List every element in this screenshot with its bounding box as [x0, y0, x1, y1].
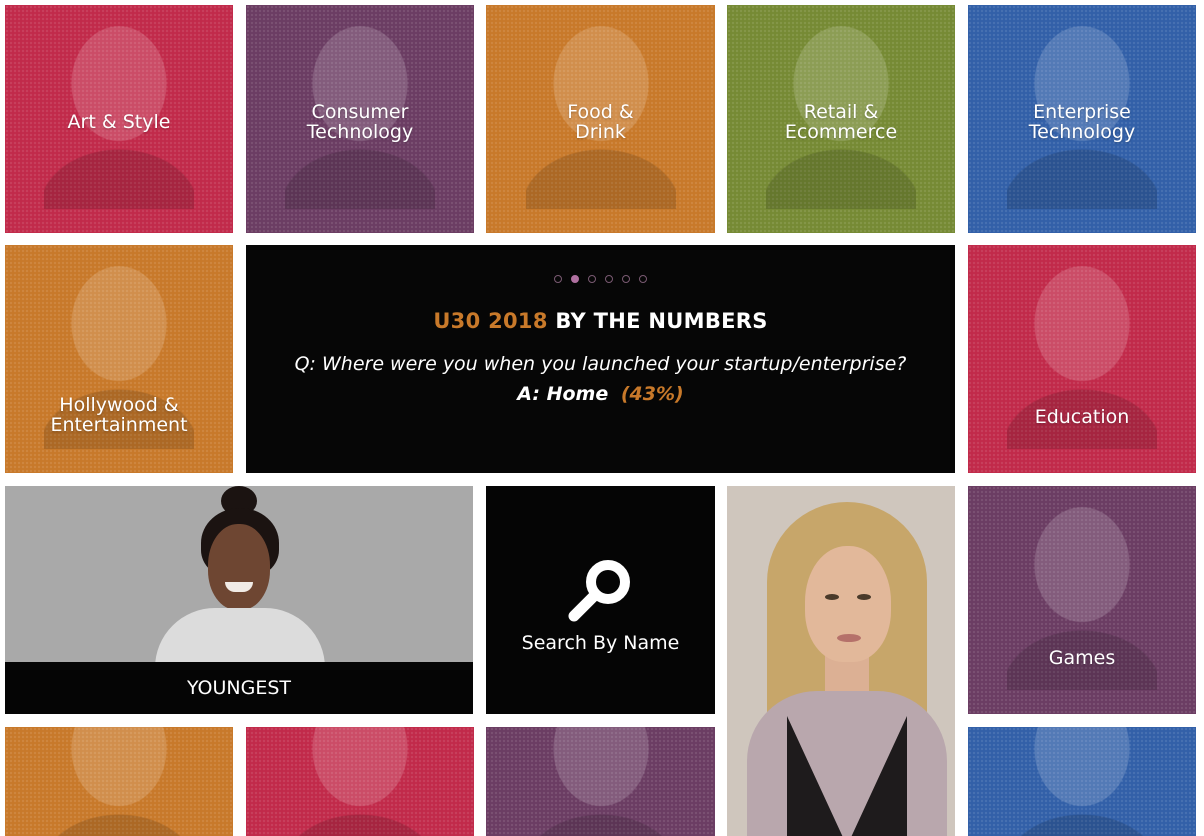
category-grid: Art & Style Consumer Technology Food & D…: [0, 0, 1204, 836]
search-by-name-tile[interactable]: Search By Name: [486, 486, 715, 714]
tile-partial[interactable]: [5, 727, 233, 836]
tile-partial[interactable]: [246, 727, 474, 836]
panel-answer-percent: (43%): [620, 383, 684, 405]
tile-label: Games: [1048, 647, 1116, 669]
carousel-dot[interactable]: [622, 275, 630, 283]
tile-art-style[interactable]: Art & Style: [5, 5, 233, 233]
carousel-dots: [554, 275, 647, 283]
youngest-label: YOUNGEST: [186, 677, 292, 699]
panel-title-rest: BY THE NUMBERS: [555, 309, 768, 333]
tile-label: Food & Drink: [567, 101, 634, 143]
by-the-numbers-panel: U30 2018 BY THE NUMBERS Q: Where were yo…: [246, 245, 955, 473]
tile-label: Education: [1034, 406, 1130, 428]
tile-label: Retail & Ecommerce: [784, 101, 898, 143]
panel-question: Q: Where were you when you launched your…: [294, 353, 907, 375]
tile-label: Hollywood & Entertainment: [50, 394, 188, 436]
panel-answer-text: A: Home: [517, 383, 609, 405]
tile-partial[interactable]: [486, 727, 715, 836]
tile-consumer-technology[interactable]: Consumer Technology: [246, 5, 474, 233]
panel-title-accent: U30 2018: [433, 309, 548, 333]
carousel-dot-active[interactable]: [571, 275, 579, 283]
search-label: Search By Name: [521, 632, 680, 654]
carousel-dot[interactable]: [605, 275, 613, 283]
carousel-dot[interactable]: [639, 275, 647, 283]
tile-label: Enterprise Technology: [1028, 101, 1136, 143]
search-icon: [568, 560, 630, 622]
tile-education[interactable]: Education: [968, 245, 1196, 473]
tile-retail-ecommerce[interactable]: Retail & Ecommerce: [727, 5, 955, 233]
tile-partial[interactable]: [968, 727, 1196, 836]
tile-label: Art & Style: [67, 111, 171, 133]
featured-portrait-tile[interactable]: [727, 486, 955, 836]
youngest-label-bar: YOUNGEST: [5, 662, 473, 714]
carousel-dot[interactable]: [588, 275, 596, 283]
tile-hollywood-entertainment[interactable]: Hollywood & Entertainment: [5, 245, 233, 473]
tile-enterprise-technology[interactable]: Enterprise Technology: [968, 5, 1196, 233]
panel-answer: A: Home (43%): [517, 383, 683, 405]
tile-label: Consumer Technology: [306, 101, 414, 143]
panel-title: U30 2018 BY THE NUMBERS: [433, 309, 767, 333]
tile-youngest[interactable]: YOUNGEST: [5, 486, 473, 714]
carousel-dot[interactable]: [554, 275, 562, 283]
tile-food-drink[interactable]: Food & Drink: [486, 5, 715, 233]
tile-games[interactable]: Games: [968, 486, 1196, 714]
